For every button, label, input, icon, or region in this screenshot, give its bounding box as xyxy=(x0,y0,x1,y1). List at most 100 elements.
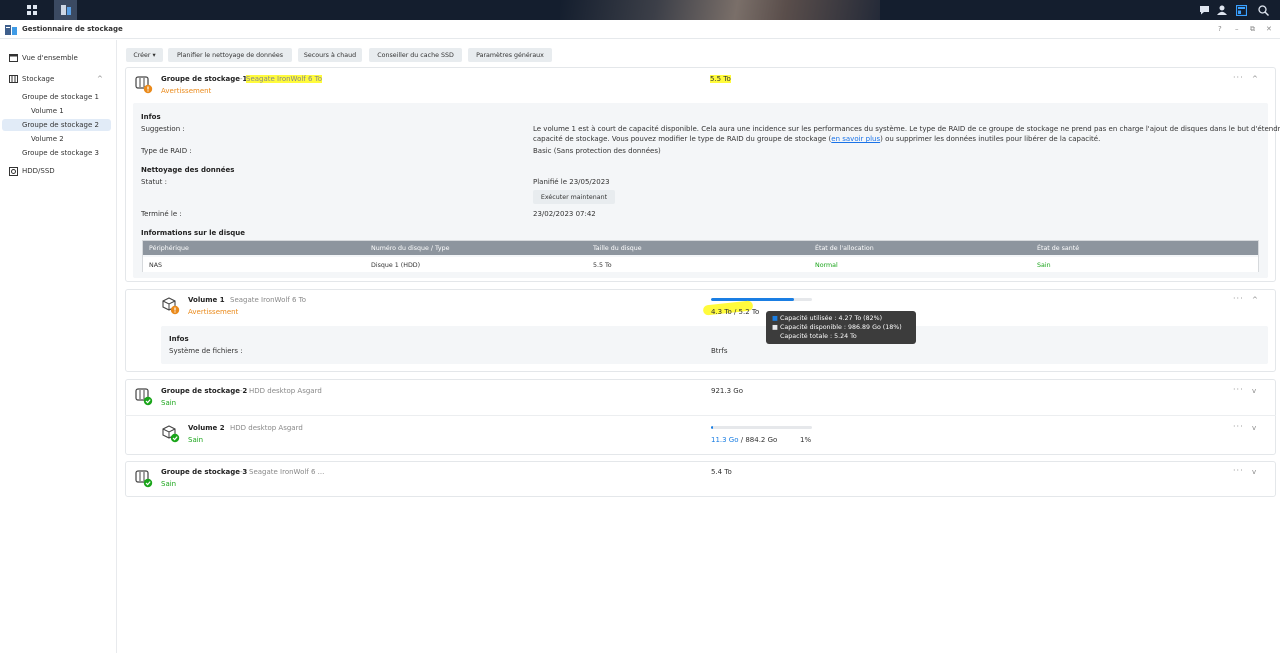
suggestion-text-2b: ) ou supprimer les données inutiles pour… xyxy=(880,135,1101,143)
infos-title: Infos xyxy=(141,113,161,121)
suggestion-text-2a: capacité de stockage. Vous pouvez modifi… xyxy=(533,135,832,143)
column-header: Numéro du disque / Type xyxy=(371,245,450,252)
volume-1-usage: 4.3 To / 5.2 To xyxy=(711,308,760,316)
more-icon[interactable]: ··· xyxy=(1233,73,1244,82)
sidebar-item-label: Volume 2 xyxy=(31,135,64,143)
tooltip-total: Capacité totale : 5.24 To xyxy=(780,333,857,340)
pool-2-model: HDD desktop Asgard xyxy=(249,387,322,395)
sidebar-item-volume-1[interactable]: Volume 1 xyxy=(2,105,111,117)
user-icon[interactable] xyxy=(1214,2,1230,18)
volume-2-percent: 1% xyxy=(800,436,812,444)
raid-type-label: Type de RAID : xyxy=(141,147,192,155)
app-title: Gestionnaire de stockage xyxy=(22,25,123,33)
widgets-icon[interactable] xyxy=(1233,2,1249,18)
pool-1-size: 5.5 To xyxy=(710,75,731,83)
create-button[interactable]: Créer ▾ xyxy=(126,48,163,62)
sidebar-item-pool-1[interactable]: Groupe de stockage 1 xyxy=(2,91,111,103)
sidebar-item-hdd-ssd[interactable]: HDD/SSD xyxy=(2,165,111,177)
volume-2-status: Sain xyxy=(188,436,204,444)
volume-2-name[interactable]: Volume 2 xyxy=(188,424,225,432)
sidebar-item-overview[interactable]: Vue d'ensemble xyxy=(2,52,111,64)
finished-value: 23/02/2023 07:42 xyxy=(533,210,596,218)
search-icon[interactable] xyxy=(1255,2,1271,18)
volume-1-status: Avertissement xyxy=(188,308,239,316)
volume-1-name[interactable]: Volume 1 xyxy=(188,296,225,304)
suggestion-text-2: capacité de stockage. Vous pouvez modifi… xyxy=(533,135,1100,143)
column-header: État de l'allocation xyxy=(815,245,874,252)
suggestion-text-1: Le volume 1 est à court de capacité disp… xyxy=(533,125,1280,133)
disk-info-title: Informations sur le disque xyxy=(141,229,245,237)
more-icon[interactable]: ··· xyxy=(1233,385,1244,394)
usage-bar-fill xyxy=(711,426,713,429)
cell-device: NAS xyxy=(149,262,163,269)
ssd-cache-advisor-button[interactable]: Conseiller du cache SSD xyxy=(369,48,462,62)
divider xyxy=(125,415,1276,416)
more-icon[interactable]: ··· xyxy=(1233,294,1244,303)
table-row[interactable]: NAS Disque 1 (HDD) 5.5 To Normal Sain xyxy=(143,257,1258,272)
pool-1-sep: - xyxy=(240,75,243,83)
volume-1-model: Seagate IronWolf 6 To xyxy=(230,296,307,304)
pool-2-name[interactable]: Groupe de stockage 2 xyxy=(161,387,247,395)
chevron-up-icon[interactable]: ^ xyxy=(1252,296,1258,304)
sidebar-item-label: Groupe de stockage 3 xyxy=(22,149,99,157)
pool-3-status: Sain xyxy=(161,480,177,488)
main-menu-button[interactable] xyxy=(20,0,43,20)
cell-health: Sain xyxy=(1037,262,1051,269)
minimize-button[interactable]: – xyxy=(1235,25,1239,33)
filesystem-label: Système de fichiers : xyxy=(169,347,243,355)
tooltip-used: Capacité utilisée : 4.27 To (82%) xyxy=(780,315,883,322)
taskbar-wallpaper xyxy=(560,0,880,20)
sidebar-item-label: Groupe de stockage 2 xyxy=(22,121,99,129)
disk-info-table: Périphérique Numéro du disque / Type Tai… xyxy=(142,240,1259,272)
chevron-down-icon[interactable]: v xyxy=(1252,387,1256,395)
taskbar-storage-manager[interactable] xyxy=(54,0,77,20)
sidebar-item-volume-2[interactable]: Volume 2 xyxy=(2,133,111,145)
scrub-status-value: Planifié le 23/05/2023 xyxy=(533,178,610,186)
sidebar-item-storage[interactable]: Stockage ^ xyxy=(2,73,111,85)
sidebar-item-label: Vue d'ensemble xyxy=(22,54,78,62)
chevron-up-icon[interactable]: ^ xyxy=(1252,75,1258,83)
chevron-down-icon[interactable]: v xyxy=(1252,468,1256,476)
sidebar-item-label: Groupe de stockage 1 xyxy=(22,93,99,101)
pool-healthy-icon xyxy=(135,470,153,490)
cell-disk-size: 5.5 To xyxy=(593,262,612,269)
pool-1-status: Avertissement xyxy=(161,87,212,95)
pool-1-name[interactable]: Groupe de stockage 1 xyxy=(161,75,247,83)
volume-2-usage-bar xyxy=(711,426,812,429)
chevron-up-icon[interactable]: ^ xyxy=(97,75,103,83)
more-icon[interactable]: ··· xyxy=(1233,422,1244,431)
column-header: État de santé xyxy=(1037,245,1080,252)
schedule-scrub-button[interactable]: Planifier le nettoyage de données xyxy=(168,48,292,62)
scrub-status-label: Statut : xyxy=(141,178,167,186)
chevron-down-icon[interactable]: v xyxy=(1252,424,1256,432)
infos-title: Infos xyxy=(169,335,189,343)
run-now-button[interactable]: Exécuter maintenant xyxy=(533,190,615,204)
used-bullet-icon: ■ xyxy=(772,315,778,322)
help-button[interactable]: ? xyxy=(1218,25,1222,33)
global-settings-button[interactable]: Paramètres généraux xyxy=(468,48,552,62)
overview-icon xyxy=(9,54,18,64)
pool-3-model: Seagate IronWolf 6 ... xyxy=(249,468,325,476)
learn-more-link[interactable]: en savoir plus xyxy=(831,135,880,143)
pool-3-card xyxy=(125,461,1276,497)
capacity-tooltip: ■ Capacité utilisée : 4.27 To (82%) ■ Ca… xyxy=(766,311,916,344)
more-icon[interactable]: ··· xyxy=(1233,466,1244,475)
close-button[interactable]: ✕ xyxy=(1266,25,1272,33)
notification-icon[interactable] xyxy=(1196,2,1212,18)
column-header: Taille du disque xyxy=(593,245,642,252)
raid-type-value: Basic (Sans protection des données) xyxy=(533,147,661,155)
volume-2-used: 11.3 Go xyxy=(711,436,739,444)
grid-icon xyxy=(26,5,37,15)
sidebar-item-pool-3[interactable]: Groupe de stockage 3 xyxy=(2,147,111,159)
hot-spare-button[interactable]: Secours à chaud xyxy=(298,48,362,62)
free-bullet-icon: ■ xyxy=(772,324,778,331)
sidebar: Vue d'ensemble Stockage ^ Groupe de stoc… xyxy=(0,40,117,653)
maximize-button[interactable]: ⧉ xyxy=(1250,25,1255,34)
sidebar-item-pool-2[interactable]: Groupe de stockage 2 xyxy=(2,119,111,131)
filesystem-value: Btrfs xyxy=(711,347,728,355)
pool-2-status: Sain xyxy=(161,399,177,407)
volume-warning-icon xyxy=(162,297,180,317)
scrub-title: Nettoyage des données xyxy=(141,166,235,174)
column-header: Périphérique xyxy=(149,245,189,252)
pool-3-name[interactable]: Groupe de stockage 3 xyxy=(161,468,247,476)
